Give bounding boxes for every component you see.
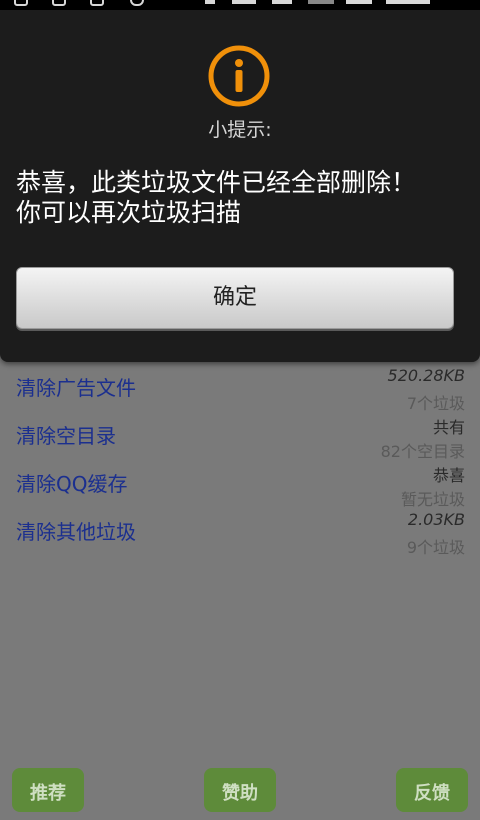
ok-button[interactable]: 确定 — [16, 267, 454, 329]
list-item-value: 共有 — [432, 418, 465, 437]
sync-icon — [130, 0, 144, 6]
notification-icon — [14, 0, 28, 6]
list-item-label[interactable]: 清除其他垃圾 — [16, 516, 136, 545]
clock — [386, 0, 430, 4]
list-item[interactable]: 清除空目录 共有 82个空目录 — [0, 410, 480, 461]
status-bar — [0, 0, 480, 10]
sponsor-button[interactable]: 赞助 — [204, 768, 276, 812]
dialog-message: 恭喜，此类垃圾文件已经全部删除！你可以再次垃圾扫描 — [16, 168, 417, 227]
signal-strength-icon — [308, 0, 334, 4]
feedback-button[interactable]: 反馈 — [396, 768, 468, 812]
battery-icon — [346, 0, 372, 4]
list-item-label[interactable]: 清除空目录 — [16, 420, 116, 449]
alert-dialog: 小提示: 恭喜，此类垃圾文件已经全部删除！你可以再次垃圾扫描 确定 — [0, 10, 480, 362]
signal-icon — [232, 0, 256, 4]
list-item-subtext: 9个垃圾 — [406, 538, 465, 557]
info-icon — [208, 45, 270, 107]
list-item-value: 2.03KB — [407, 510, 465, 529]
notification-icon — [90, 0, 104, 6]
list-item-label[interactable]: 清除QQ缓存 — [16, 468, 127, 497]
list-item[interactable]: 清除其他垃圾 2.03KB 9个垃圾 — [0, 506, 480, 557]
list-item[interactable]: 清除QQ缓存 恭喜 暂无垃圾 — [0, 458, 480, 509]
recommend-button[interactable]: 推荐 — [12, 768, 84, 812]
list-item-value: 520.28KB — [387, 366, 465, 385]
list-item-label[interactable]: 清除广告文件 — [16, 372, 136, 401]
list-item-value: 恭喜 — [432, 466, 465, 485]
dialog-title: 小提示: — [208, 119, 272, 141]
network-icon — [272, 0, 292, 4]
list-item[interactable]: 清除广告文件 520.28KB 7个垃圾 — [0, 362, 480, 413]
notification-icon — [52, 0, 66, 6]
wifi-icon — [205, 0, 215, 4]
